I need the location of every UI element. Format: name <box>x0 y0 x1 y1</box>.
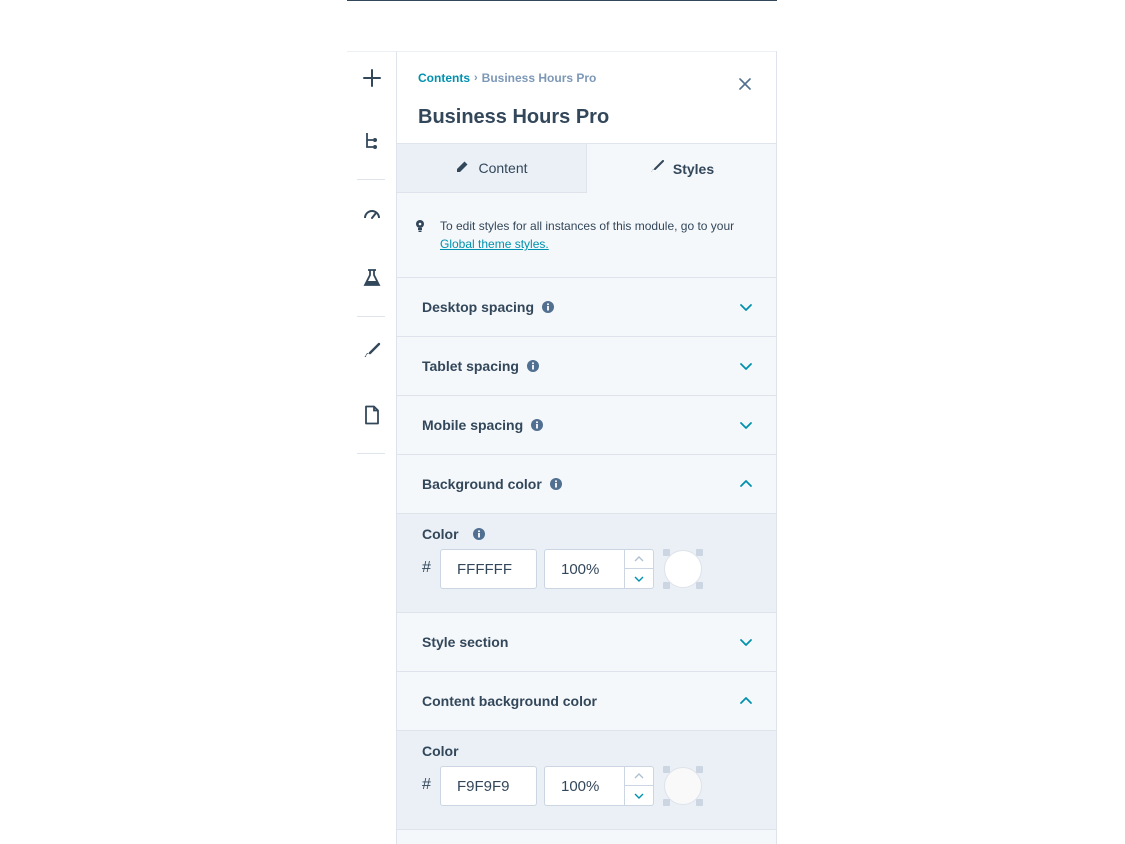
panel-header: Contents › Business Hours Pro Business H… <box>397 51 776 144</box>
gauge-icon <box>362 206 382 227</box>
brush-icon <box>363 342 381 365</box>
breadcrumb-current: Business Hours Pro <box>481 71 597 85</box>
section-background-color[interactable]: Background color <box>397 455 776 514</box>
section-label: Mobile spacing <box>422 417 524 433</box>
swatch-corner <box>663 582 670 589</box>
opacity-decrement-button[interactable] <box>625 786 653 805</box>
hex-color-input[interactable] <box>440 549 537 589</box>
color-swatch-button[interactable] <box>663 549 703 589</box>
hash-prefix: # <box>422 776 431 793</box>
add-module-button[interactable] <box>347 60 397 100</box>
notice-text: To edit styles for all instances of this… <box>440 217 740 253</box>
tab-content-label: Content <box>478 160 528 176</box>
field-label: Color <box>422 526 485 542</box>
info-icon[interactable] <box>542 301 555 313</box>
tab-styles-label: Styles <box>672 160 715 177</box>
notice-message: To edit styles for all instances of this… <box>440 219 735 233</box>
swatch-corner <box>663 799 670 806</box>
opacity-input[interactable] <box>544 549 624 589</box>
flask-icon <box>363 268 381 292</box>
brush-icon <box>650 160 664 177</box>
swatch-corner <box>696 766 703 773</box>
swatch-corner <box>696 549 703 556</box>
background-color-field: Color # <box>397 514 776 613</box>
optimize-button[interactable] <box>347 196 397 236</box>
rail-divider <box>357 316 385 317</box>
tree-icon <box>364 131 380 156</box>
section-label: Desktop spacing <box>422 299 535 315</box>
tab-content[interactable]: Content <box>397 144 587 193</box>
section-mobile-spacing[interactable]: Mobile spacing <box>397 396 776 455</box>
top-border <box>347 0 777 1</box>
opacity-decrement-button[interactable] <box>625 569 653 588</box>
chevron-down-icon <box>739 418 753 437</box>
section-label: Content background color <box>422 693 597 709</box>
tab-styles[interactable]: Styles <box>587 144 776 193</box>
color-label: Color <box>422 743 459 759</box>
close-button[interactable] <box>735 76 755 96</box>
section-desktop-spacing[interactable]: Desktop spacing <box>397 278 776 337</box>
plus-icon <box>362 68 382 93</box>
breadcrumb-contents-link[interactable]: Contents <box>418 71 470 85</box>
chevron-up-icon <box>739 694 753 713</box>
section-label: Background color <box>422 476 542 492</box>
section-label: Style section <box>422 634 509 650</box>
rail-divider <box>357 453 385 454</box>
info-icon[interactable] <box>472 528 485 540</box>
chevron-down-icon <box>739 635 753 654</box>
left-rail <box>347 51 397 844</box>
design-button[interactable] <box>347 333 397 373</box>
opacity-increment-button[interactable] <box>625 767 653 786</box>
tab-bar: Content Styles <box>397 144 776 193</box>
page-tree-button[interactable] <box>347 123 397 163</box>
section-tablet-spacing[interactable]: Tablet spacing <box>397 337 776 396</box>
chevron-down-icon <box>634 787 644 805</box>
document-icon <box>364 405 380 430</box>
section-content-background-color[interactable]: Content background color <box>397 672 776 731</box>
swatch-corner <box>696 799 703 806</box>
opacity-input[interactable] <box>544 766 624 806</box>
page-title: Business Hours Pro <box>418 106 610 128</box>
chevron-up-icon <box>739 477 753 496</box>
lightbulb-icon <box>415 219 425 238</box>
module-editor-panel: Contents › Business Hours Pro Business H… <box>397 51 777 844</box>
content-background-color-field: Color # <box>397 731 776 830</box>
opacity-stepper <box>624 549 654 589</box>
info-icon[interactable] <box>526 360 539 372</box>
section-label: Tablet spacing <box>422 358 519 374</box>
color-label: Color <box>422 526 459 542</box>
opacity-stepper <box>624 766 654 806</box>
opacity-increment-button[interactable] <box>625 550 653 569</box>
field-label: Color <box>422 743 459 759</box>
chevron-down-icon <box>634 570 644 588</box>
swatch-corner <box>696 582 703 589</box>
info-icon[interactable] <box>531 419 544 431</box>
global-theme-styles-link[interactable]: Global theme styles. <box>440 237 549 251</box>
swatch-corner <box>663 766 670 773</box>
info-icon[interactable] <box>549 478 562 490</box>
theme-styles-notice: To edit styles for all instances of this… <box>397 193 776 278</box>
breadcrumb: Contents › Business Hours Pro <box>418 71 596 85</box>
chevron-down-icon <box>739 359 753 378</box>
section-style-section[interactable]: Style section <box>397 613 776 672</box>
page-settings-button[interactable] <box>347 397 397 437</box>
pencil-icon <box>455 160 469 177</box>
swatch-corner <box>663 549 670 556</box>
close-icon <box>739 77 751 95</box>
rail-divider <box>357 179 385 180</box>
test-button[interactable] <box>347 260 397 300</box>
hex-color-input[interactable] <box>440 766 537 806</box>
chevron-down-icon <box>739 300 753 319</box>
chevron-up-icon <box>634 550 644 568</box>
hash-prefix: # <box>422 559 431 576</box>
color-swatch-button[interactable] <box>663 766 703 806</box>
chevron-up-icon <box>634 767 644 785</box>
breadcrumb-separator: › <box>474 72 478 84</box>
